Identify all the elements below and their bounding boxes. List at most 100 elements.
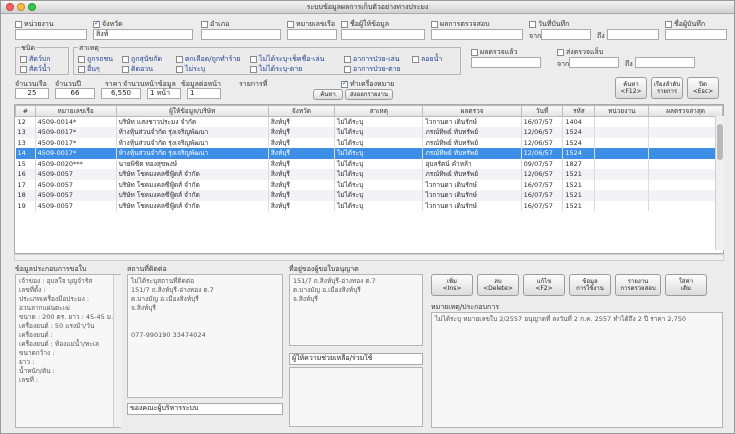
- table-row[interactable]: 17 4509-0057 บริษัท โชคมงคลซีฟู้ดส์ จำกัดส…: [15, 179, 723, 190]
- table-row[interactable]: 12 4509-0014* บริษัท แสงชาวประมง จำกัด สิงห…: [15, 116, 723, 127]
- category-opt-9[interactable]: ไม่ระบุ: [176, 64, 205, 75]
- category-opt-10-checkbox[interactable]: [250, 65, 257, 73]
- date-from-input[interactable]: [541, 29, 591, 40]
- col-province[interactable]: จังหวัด: [267, 105, 336, 117]
- inspection-report-button[interactable]: รายงาน การตรวจสอบ: [615, 274, 661, 296]
- category-opt-10[interactable]: ไม่ได้ระบุ-ตาย: [250, 64, 302, 75]
- extra-check2-checkbox[interactable]: [557, 48, 564, 56]
- extra-input1[interactable]: [471, 57, 541, 68]
- extra-to-input[interactable]: [635, 57, 695, 68]
- col-code[interactable]: รหัส: [562, 105, 596, 117]
- table-cell: [648, 169, 723, 180]
- province-input[interactable]: สิงห์: [93, 29, 193, 40]
- extra-check1-label: ผลตรวจแล้ว: [480, 48, 518, 56]
- table-scroll-thumb[interactable]: [717, 124, 723, 160]
- col-agency[interactable]: หน่วยงาน: [594, 105, 650, 117]
- category-opt-2-checkbox[interactable]: [122, 55, 129, 63]
- find-f12-button[interactable]: ค้นหา <F12>: [615, 77, 647, 99]
- recorder-input[interactable]: [665, 29, 727, 40]
- category-opt-3-label: ตกเลือด/ถูกทำร้าย: [185, 55, 241, 63]
- category-opt-6[interactable]: ลอยน้ำ: [412, 54, 442, 65]
- assistant-panel: [289, 367, 423, 427]
- type-option-aquatic[interactable]: สัตว์น้ำ: [20, 64, 50, 75]
- filter-informant-checkbox[interactable]: [341, 20, 348, 28]
- export-report-button[interactable]: ส่งออกรายงาน: [345, 89, 393, 100]
- category-opt-11-checkbox[interactable]: [344, 65, 351, 73]
- table-row[interactable]: 16 4509-0057 บริษัท โชคมงคลซีฟู้ดส์ จำกัดส…: [15, 169, 723, 180]
- table-row[interactable]: 15 4509-0020*** นายพิชิต ทองสุขพงษ์ สิงห์บุ…: [15, 158, 723, 169]
- col-date[interactable]: วันที่: [520, 105, 564, 117]
- category-opt-7-checkbox[interactable]: [78, 65, 85, 73]
- col-index[interactable]: #: [15, 105, 36, 117]
- zoom-window-button[interactable]: [28, 3, 36, 11]
- summary-pages-select[interactable]: 1 หน้า: [147, 88, 181, 99]
- table-row[interactable]: 13 4509-0017* ห้างหุ้นส่วนจำกัด รุ่งเจริญพ…: [15, 127, 723, 138]
- assistant-field[interactable]: ผู้ให้ความช่วยเหลือ/ร่วมใช้: [289, 353, 423, 365]
- table-row[interactable]: 18 4509-0057 บริษัท โชคมงคลซีฟู้ดส์ จำกัดส…: [15, 190, 723, 201]
- category-opt-6-checkbox[interactable]: [412, 55, 419, 63]
- filter-result-checkbox[interactable]: [431, 20, 438, 28]
- category-opt-11[interactable]: อาการป่วย-ตาย: [344, 64, 401, 75]
- table-cell: สิงห์บุรี: [268, 169, 336, 180]
- category-opt-5-checkbox[interactable]: [344, 55, 351, 63]
- minimize-window-button[interactable]: [17, 3, 25, 11]
- col-latest-result[interactable]: ผลตรวจล่าสุด: [648, 105, 723, 117]
- boat-number-input[interactable]: [287, 29, 337, 40]
- table-cell: 16: [15, 169, 36, 180]
- table-row[interactable]: 13 4509-0017* ห้างหุ้นส่วนจำกัด รุ่งเจริญพ…: [15, 137, 723, 148]
- type-option-land-checkbox[interactable]: [20, 55, 27, 63]
- extra-from-input[interactable]: [569, 57, 619, 68]
- delete-button[interactable]: ลบ <Delete>: [477, 274, 519, 296]
- category-opt-8[interactable]: ติดอวน: [122, 64, 153, 75]
- table-cell: 1827: [562, 158, 596, 169]
- category-opt-9-checkbox[interactable]: [176, 65, 183, 73]
- table-row[interactable]: 19 4509-0057 บริษัท โชคมงคลซีฟู้ดส์ จำกัดส…: [15, 200, 723, 211]
- col-cause[interactable]: สาเหตุ: [334, 105, 424, 117]
- date-to-input[interactable]: [607, 29, 659, 40]
- summary-perpage-select[interactable]: 1: [187, 88, 221, 99]
- table-cell: 4509-0057: [35, 169, 117, 180]
- add-button[interactable]: เพิ่ม <Ins>: [431, 274, 473, 296]
- table-scrollbar[interactable]: [715, 116, 724, 250]
- info-scrollbar[interactable]: [113, 275, 122, 427]
- category-opt-3-checkbox[interactable]: [176, 55, 183, 63]
- edit-button[interactable]: แก้ไข <F2>: [523, 274, 565, 296]
- extra-check1-checkbox[interactable]: [471, 48, 478, 56]
- table-cell: 12/06/57: [521, 137, 564, 148]
- main-window: ระบบข้อมูลผลการเก็บตัวอย่างทางประมง หน่ว…: [0, 0, 735, 434]
- col-boat-number[interactable]: หมายเลขเรือ: [34, 105, 117, 117]
- restore-value-button[interactable]: ใส่ค่า เดิม: [665, 274, 707, 296]
- note-panel[interactable]: ไม่ได้ระบุ หมายเลขใบ 2/2557 อนุญาตที่ ลง…: [431, 312, 723, 428]
- records-table[interactable]: # หมายเลขเรือ ผู้ให้ข้อมูล/บริษัท จังหวั…: [14, 104, 724, 254]
- informant-input[interactable]: [341, 29, 425, 40]
- district-input[interactable]: [201, 29, 281, 40]
- close-window-button[interactable]: [6, 3, 14, 11]
- search-button[interactable]: ค้นหา: [313, 89, 343, 100]
- table-cell: ไม่ได้ระบุ: [334, 116, 424, 127]
- agency-input[interactable]: [15, 29, 87, 40]
- filter-agency-checkbox[interactable]: [15, 20, 22, 28]
- type-option-aquatic-checkbox[interactable]: [20, 65, 27, 73]
- table-row[interactable]: 14 4509-0017* ห้างหุ้นส่วนจำกัด รุ่งเจริญพ…: [15, 148, 723, 159]
- system-admin-field[interactable]: ของคณะผู้บริหารระบบ: [127, 403, 283, 415]
- category-opt-8-checkbox[interactable]: [122, 65, 129, 73]
- filter-boat-number-checkbox[interactable]: [287, 20, 294, 28]
- result-input[interactable]: [431, 29, 523, 40]
- table-hscrollbar[interactable]: [14, 254, 724, 261]
- category-opt-1-checkbox[interactable]: [78, 55, 85, 63]
- table-cell: สิงห์บุรี: [268, 190, 336, 201]
- filter-province-checkbox[interactable]: [93, 19, 100, 28]
- filter-district-checkbox[interactable]: [201, 20, 208, 28]
- category-group-title: สาเหตุ: [78, 43, 100, 54]
- col-examiner[interactable]: ผลตรวจ: [422, 105, 522, 117]
- table-cell: 16/07/57: [521, 190, 564, 201]
- sort-button[interactable]: เรียงลำดับ รายการ: [651, 77, 683, 99]
- filter-recorder-checkbox[interactable]: [665, 20, 672, 28]
- usage-info-button[interactable]: ข้อมูล การใช้งาน: [569, 274, 611, 296]
- category-opt-7[interactable]: อื่นๆ: [78, 64, 100, 75]
- col-company[interactable]: ผู้ให้ข้อมูล/บริษัท: [115, 105, 269, 117]
- category-opt-4-checkbox[interactable]: [250, 55, 257, 63]
- filter-record-date-checkbox[interactable]: [529, 20, 536, 28]
- close-esc-button[interactable]: ปิด <Esc>: [687, 77, 719, 99]
- mark-checkbox[interactable]: [341, 79, 348, 88]
